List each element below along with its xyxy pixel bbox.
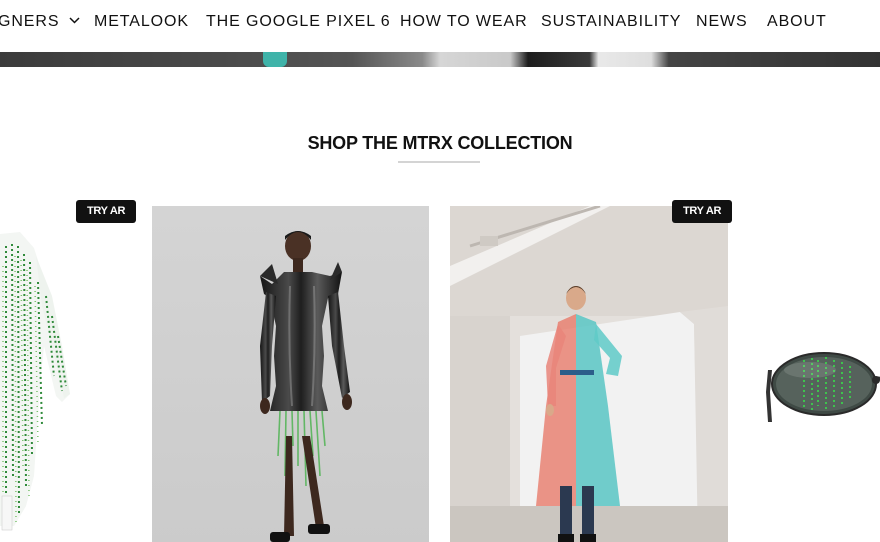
product-image-matrix-sunglasses bbox=[750, 330, 880, 440]
hero-banner-image bbox=[0, 52, 880, 67]
try-ar-button[interactable]: TRY AR bbox=[672, 200, 733, 223]
nav-item-about[interactable]: ABOUT bbox=[767, 12, 827, 32]
top-navigation: GNERS METALOOK THE GOOGLE PIXEL 6 HOW TO… bbox=[0, 0, 880, 44]
title-underline bbox=[398, 161, 480, 163]
nav-item-news[interactable]: NEWS bbox=[696, 12, 748, 32]
page: GNERS METALOOK THE GOOGLE PIXEL 6 HOW TO… bbox=[0, 0, 880, 542]
product-card-green-dress[interactable] bbox=[0, 226, 120, 542]
section-title: SHOP THE MTRX COLLECTION bbox=[307, 133, 573, 153]
nav-item-label: GNERS bbox=[0, 13, 60, 30]
hero-banner-detail bbox=[263, 52, 287, 67]
product-image-black-latex-dress bbox=[152, 206, 429, 542]
product-card-transparent-coat[interactable] bbox=[450, 206, 728, 542]
nav-item-sustainability[interactable]: SUSTAINABILITY bbox=[541, 12, 681, 32]
nav-item-metalook[interactable]: METALOOK bbox=[94, 12, 189, 32]
try-ar-button[interactable]: TRY AR bbox=[76, 200, 137, 223]
nav-item-how-to-wear[interactable]: HOW TO WEAR bbox=[400, 12, 528, 32]
product-image-green-sequin-dress bbox=[0, 226, 120, 542]
chevron-down-icon bbox=[69, 17, 80, 24]
product-image-transparent-coat bbox=[450, 206, 728, 542]
nav-item-google-pixel-6[interactable]: THE GOOGLE PIXEL 6 bbox=[206, 12, 391, 32]
product-card-sunglasses[interactable] bbox=[750, 330, 880, 440]
product-card-black-dress[interactable] bbox=[152, 206, 429, 542]
nav-item-designers[interactable]: GNERS bbox=[0, 12, 80, 32]
